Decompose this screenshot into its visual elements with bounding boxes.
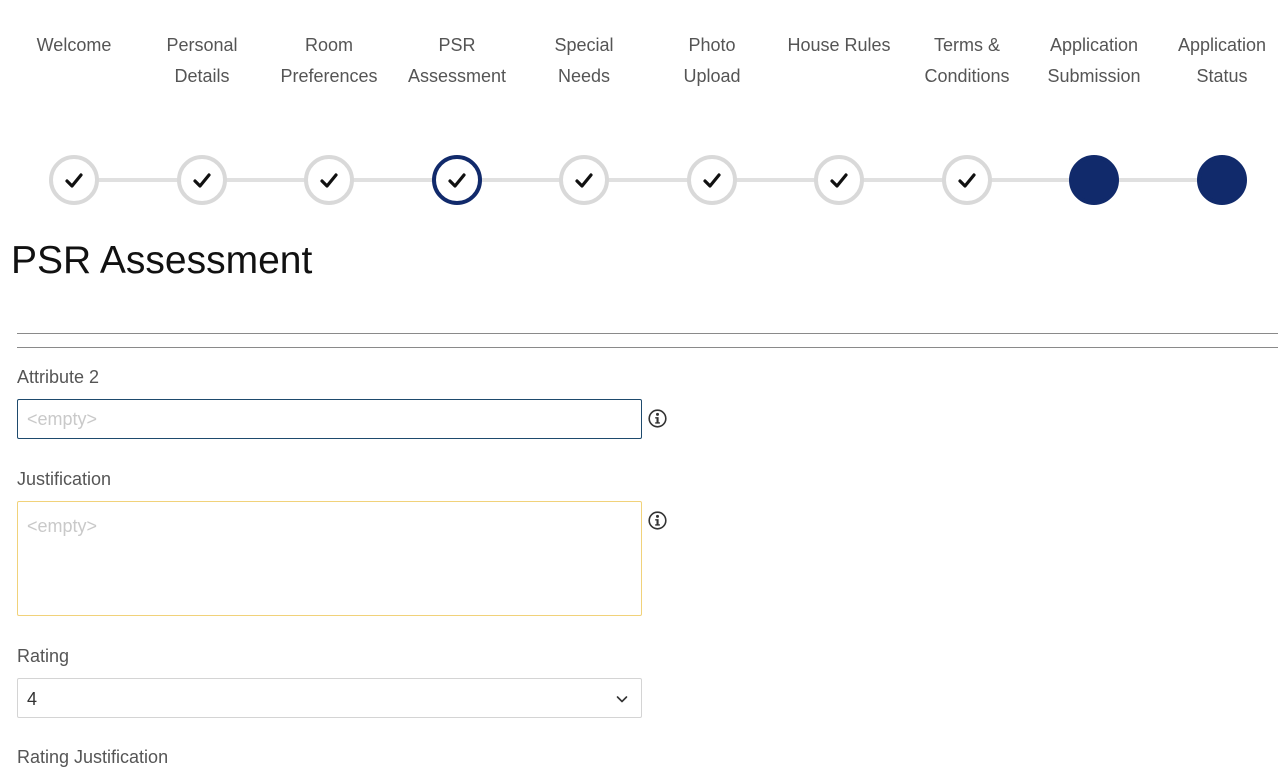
step-circle-special-needs[interactable] — [559, 155, 609, 205]
check-icon — [830, 172, 848, 188]
step-label-line1: Personal — [166, 35, 238, 55]
step-label-line2: Preferences — [280, 66, 378, 86]
step-circle-house-rules[interactable] — [814, 155, 864, 205]
step-label-terms-conditions[interactable]: Terms & Conditions — [905, 30, 1029, 92]
step-label-line1: Application — [1049, 35, 1139, 55]
step-label-line1: House Rules — [787, 35, 891, 55]
check-icon — [193, 172, 211, 188]
step-circle-photo-upload[interactable] — [687, 155, 737, 205]
step-label-line1: Special — [554, 35, 614, 55]
step-label-application-status[interactable]: Application Status — [1160, 30, 1282, 92]
rating-justification-label: Rating Justification — [17, 747, 169, 767]
step-label-line1: Terms & — [933, 35, 1000, 55]
rating-label: Rating — [17, 646, 70, 666]
step-label-line1: Photo — [688, 35, 736, 55]
check-icon — [958, 172, 976, 188]
rating-select[interactable]: 4 — [17, 678, 642, 718]
check-icon — [575, 172, 593, 188]
rating-selected-value: 4 — [27, 689, 38, 709]
step-circle-psr-assessment[interactable] — [432, 155, 482, 205]
step-circle-application-submission[interactable] — [1069, 155, 1119, 205]
divider — [17, 333, 1278, 334]
step-label-line2: Status — [1196, 66, 1248, 86]
info-icon[interactable] — [648, 511, 667, 530]
step-label-line2: Needs — [557, 66, 611, 86]
step-label-photo-upload[interactable]: Photo Upload — [650, 30, 774, 92]
step-label-welcome[interactable]: Welcome — [12, 30, 136, 61]
step-label-room-preferences[interactable]: Room Preferences — [267, 30, 391, 92]
check-icon — [320, 172, 338, 188]
chevron-down-icon — [616, 696, 628, 703]
step-label-personal-details[interactable]: Personal Details — [140, 30, 264, 92]
check-icon — [703, 172, 721, 188]
step-connector — [74, 178, 1222, 182]
attribute-2-label: Attribute 2 — [17, 367, 100, 387]
step-circle-personal-details[interactable] — [177, 155, 227, 205]
step-label-special-needs[interactable]: Special Needs — [522, 30, 646, 92]
justification-label: Justification — [17, 469, 112, 489]
info-icon[interactable] — [648, 409, 667, 428]
step-circle-terms-conditions[interactable] — [942, 155, 992, 205]
step-label-line2: Assessment — [407, 66, 507, 86]
step-label-line2: Details — [174, 66, 230, 86]
check-icon — [448, 172, 466, 188]
divider — [17, 347, 1278, 348]
check-icon — [65, 172, 83, 188]
progress-stepper: Welcome Personal Details Room Preference… — [0, 0, 1282, 215]
page-title: PSR Assessment — [11, 239, 313, 282]
justification-textarea[interactable] — [17, 501, 642, 616]
step-label-line2: Submission — [1047, 66, 1141, 86]
step-label-house-rules[interactable]: House Rules — [777, 30, 901, 61]
step-circle-room-preferences[interactable] — [304, 155, 354, 205]
attribute-2-input[interactable] — [17, 399, 642, 439]
step-label-line2: Conditions — [924, 66, 1010, 86]
step-circle-application-status[interactable] — [1197, 155, 1247, 205]
step-label-psr-assessment[interactable]: PSR Assessment — [395, 30, 519, 92]
step-label-line1: Room — [304, 35, 353, 55]
step-label-application-submission[interactable]: Application Submission — [1032, 30, 1156, 92]
step-label-line2: Upload — [683, 66, 741, 86]
step-label-line1: PSR — [438, 35, 476, 55]
step-label-line1: Application — [1177, 35, 1267, 55]
step-label-line1: Welcome — [36, 35, 112, 55]
step-circle-welcome[interactable] — [49, 155, 99, 205]
